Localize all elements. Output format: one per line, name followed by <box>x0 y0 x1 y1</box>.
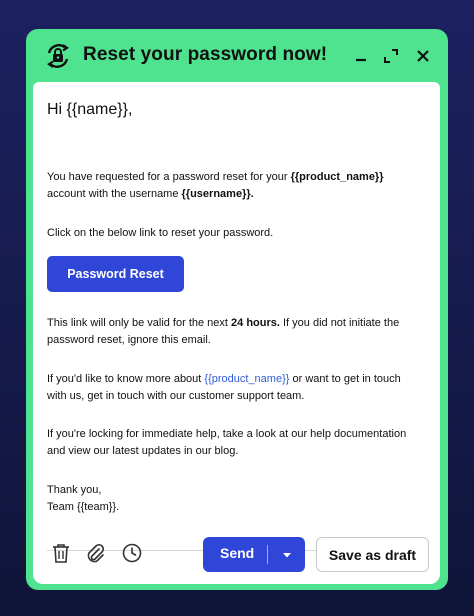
paperclip-icon[interactable] <box>84 542 106 564</box>
close-icon[interactable] <box>412 45 434 67</box>
window-title: Reset your password now! <box>83 44 328 65</box>
request-paragraph: You have requested for a password reset … <box>47 171 384 200</box>
clock-icon[interactable] <box>121 542 143 564</box>
contact-paragraph: If you'd like to know more about {{produ… <box>47 373 401 402</box>
instruction-paragraph: Click on the below link to reset your pa… <box>47 227 274 239</box>
send-separator <box>267 545 268 564</box>
signoff: Thank you, Team {{team}}. <box>47 482 419 516</box>
greeting: Hi {{name}}, <box>47 101 133 118</box>
signoff-thanks: Thank you, <box>47 484 102 496</box>
help-paragraph: If you're locking for immediate help, ta… <box>47 428 407 457</box>
send-button[interactable]: Send <box>220 545 254 561</box>
signoff-team: Team {{team}}. <box>47 501 120 513</box>
minimize-icon[interactable] <box>350 45 372 67</box>
lock-reset-icon <box>47 44 69 68</box>
password-reset-button[interactable]: Password Reset <box>47 256 184 292</box>
product-name-link[interactable]: {{product_name}} <box>204 373 289 385</box>
send-split-button: Send <box>203 537 305 572</box>
trash-icon[interactable] <box>50 542 72 564</box>
email-body[interactable]: Hi {{name}}, You have requested for a pa… <box>33 82 440 584</box>
compose-window: Reset your password now! Hi {{name}}, Yo… <box>26 29 448 590</box>
expand-icon[interactable] <box>380 45 402 67</box>
validity-paragraph: This link will only be valid for the nex… <box>47 317 400 346</box>
title-bar: Reset your password now! <box>26 29 448 83</box>
save-as-draft-button[interactable]: Save as draft <box>316 537 429 572</box>
caret-down-icon[interactable] <box>279 547 295 563</box>
